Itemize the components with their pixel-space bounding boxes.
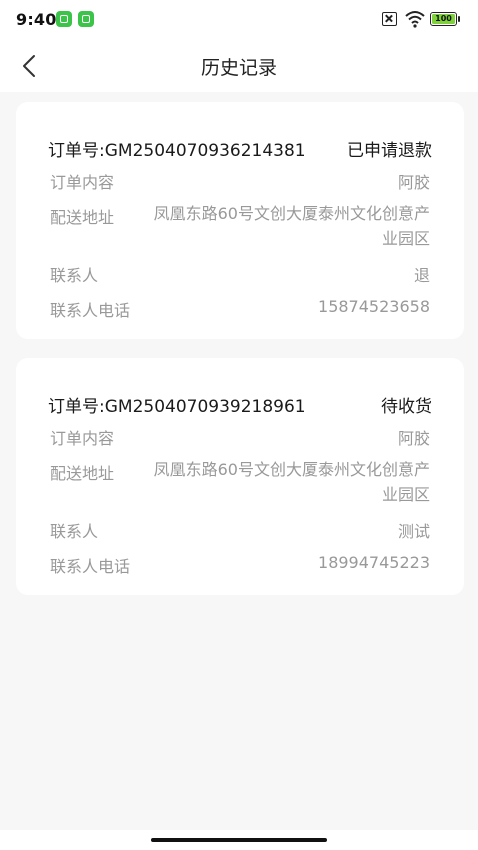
address-value: 凤凰东路60号文创大厦泰州文化创意产业园区 — [153, 204, 430, 248]
phone-label: 联系人电话 — [50, 557, 131, 576]
phone-value: 18994745223 — [318, 553, 430, 572]
phone-value: 15874523658 — [318, 297, 430, 316]
battery-icon: 100 — [430, 12, 457, 26]
order-status: 待收货 — [381, 397, 432, 417]
battery-cap — [458, 16, 460, 22]
address-label: 配送地址 — [50, 208, 115, 227]
battery-level: 100 — [432, 14, 455, 24]
content-label: 订单内容 — [50, 429, 115, 448]
app-notification-icon — [78, 11, 94, 27]
page-title: 历史记录 — [200, 57, 277, 79]
app-notification-icon — [56, 11, 72, 27]
status-time: 9:40 — [16, 10, 57, 29]
order-header: 订单号:GM2504070939218961 待收货 — [48, 392, 432, 417]
content-label: 订单内容 — [50, 173, 115, 192]
navigation-bar: 历史记录 — [0, 40, 478, 92]
address-label: 配送地址 — [50, 464, 115, 483]
contact-value: 退 — [413, 266, 430, 285]
order-header: 订单号:GM2504070936214381 已申请退款 — [48, 136, 432, 161]
order-status: 已申请退款 — [347, 141, 432, 161]
home-indicator[interactable] — [151, 838, 327, 842]
order-number: 订单号:GM2504070939218961 — [48, 397, 306, 417]
phone-label: 联系人电话 — [50, 301, 131, 320]
address-value: 凤凰东路60号文创大厦泰州文化创意产业园区 — [153, 460, 430, 504]
content-value: 阿胶 — [397, 429, 430, 448]
home-bar — [0, 830, 478, 850]
order-number: 订单号:GM2504070936214381 — [48, 141, 306, 161]
contact-value: 测试 — [397, 522, 430, 541]
contact-label: 联系人 — [50, 266, 99, 285]
wifi-icon — [405, 10, 425, 28]
order-card[interactable]: 订单号:GM2504070936214381 已申请退款 订单内容 阿胶 配送地… — [16, 102, 464, 339]
status-bar: 9:40 100 — [0, 0, 478, 40]
no-sim-icon — [382, 12, 397, 26]
contact-label: 联系人 — [50, 522, 99, 541]
content-value: 阿胶 — [397, 173, 430, 192]
order-card[interactable]: 订单号:GM2504070939218961 待收货 订单内容 阿胶 配送地址 … — [16, 358, 464, 595]
